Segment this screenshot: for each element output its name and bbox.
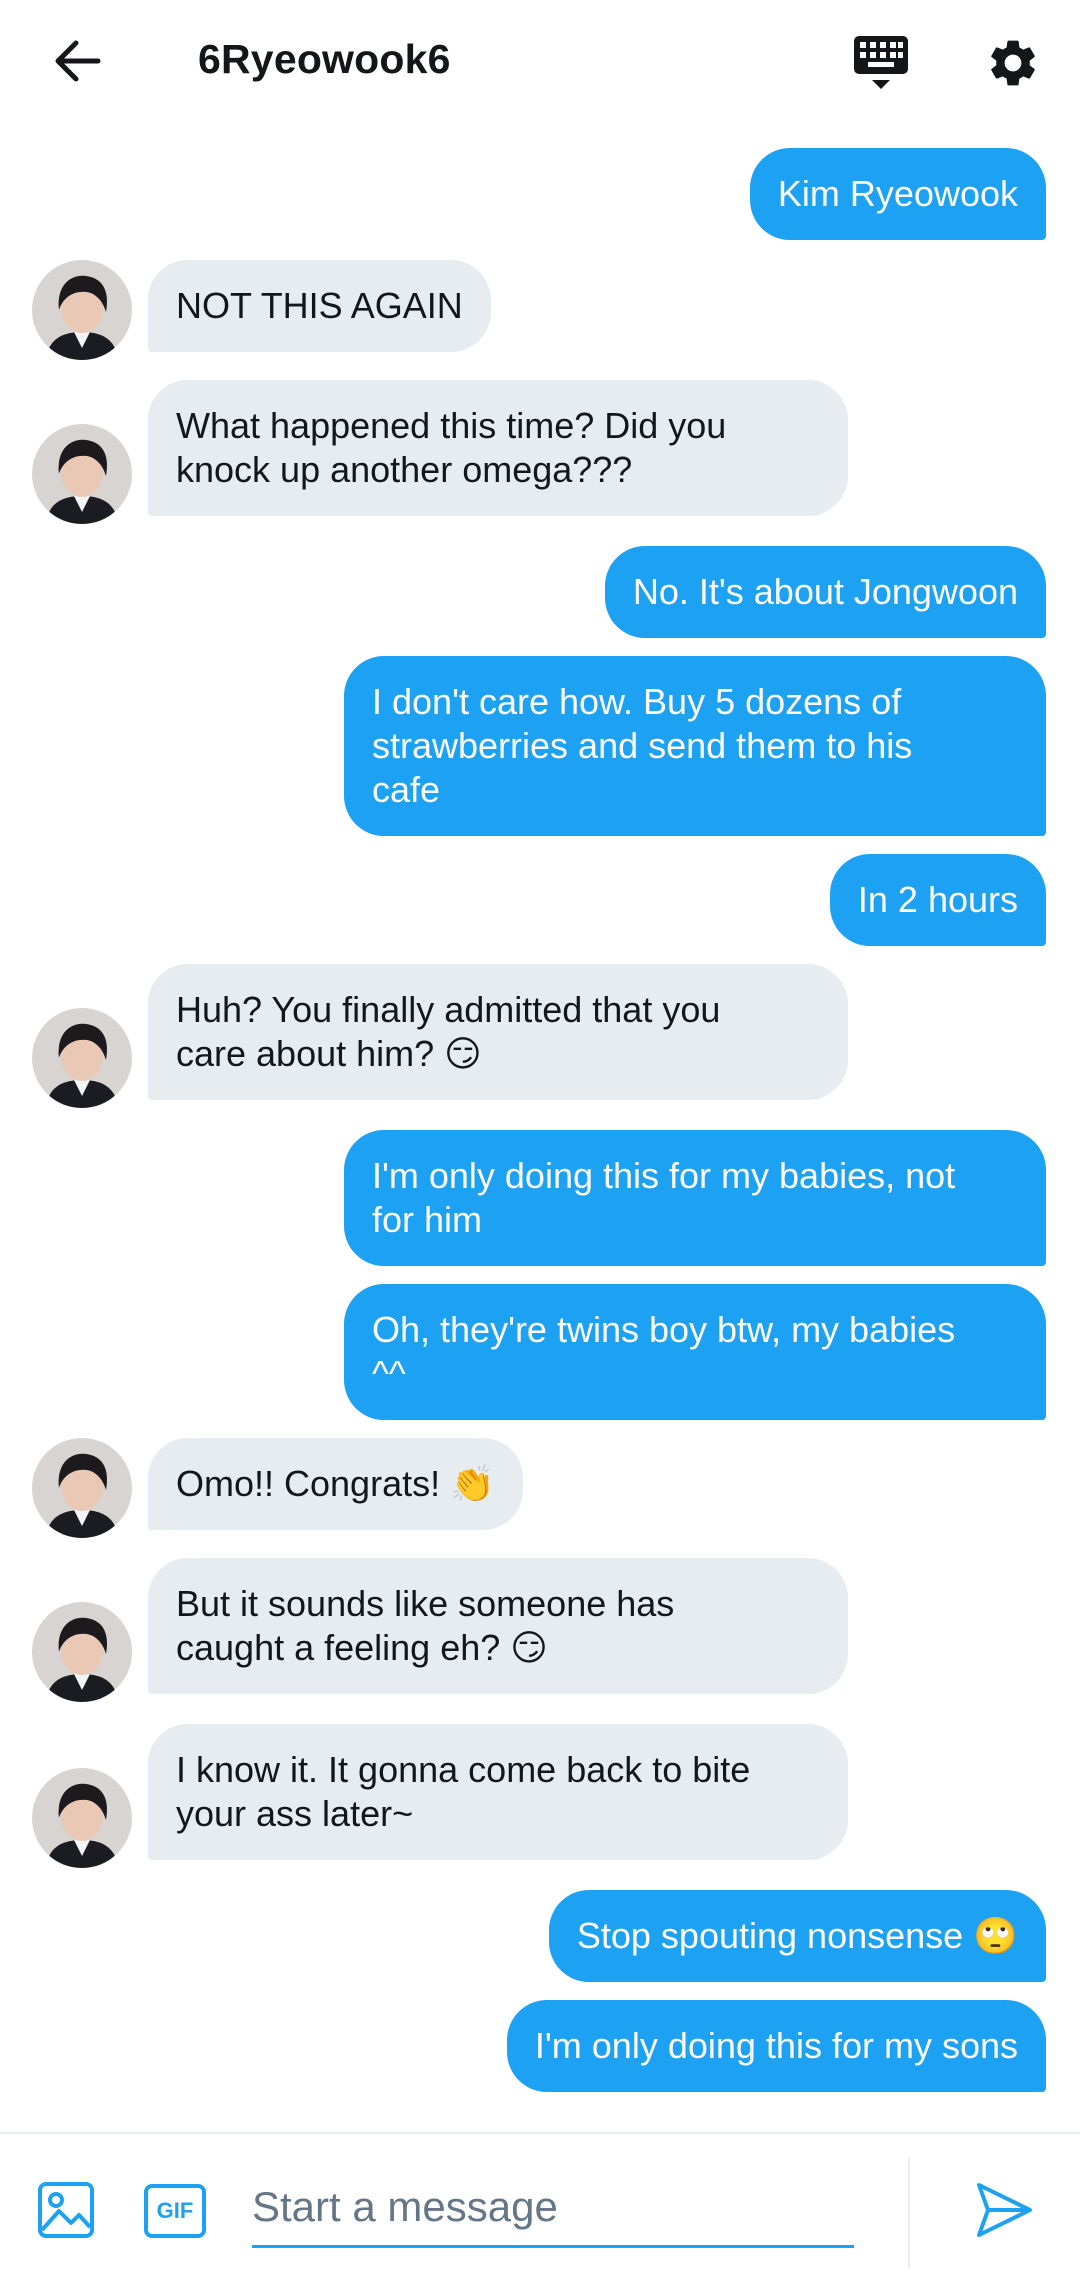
message-bubble-received[interactable]: What happened this time? Did you knock u… [148, 380, 848, 516]
avatar[interactable] [32, 1008, 132, 1108]
add-media-button[interactable] [34, 2178, 98, 2242]
back-button[interactable] [44, 28, 110, 94]
message-input[interactable] [252, 2168, 854, 2248]
message-bubble-sent[interactable]: Stop spouting nonsense 🙄 [548, 1890, 1046, 1982]
message-bubble-sent[interactable]: Oh, they're twins boy btw, my babies ^^ [344, 1284, 1046, 1420]
page-title: 6Ryeowook6 [198, 36, 451, 82]
composer-separator [908, 2158, 910, 2268]
avatar-photo [32, 1438, 132, 1538]
message-bubble-sent[interactable]: I don't care how. Buy 5 dozens of strawb… [344, 656, 1046, 836]
avatar[interactable] [32, 260, 132, 360]
conversation-header: 6Ryeowook6 [0, 0, 1080, 122]
image-icon [38, 2182, 94, 2238]
message-bubble-sent[interactable]: I'm only doing this for my sons [506, 2000, 1046, 2092]
avatar[interactable] [32, 1438, 132, 1538]
avatar[interactable] [32, 1602, 132, 1702]
send-icon [977, 2183, 1032, 2237]
gif-button[interactable]: GIF [144, 2184, 206, 2238]
avatar-photo [32, 260, 132, 360]
message-bubble-sent[interactable]: Kim Ryeowook [749, 148, 1046, 240]
message-list: Kim Ryeowook NOT THIS AGAIN What happene… [0, 122, 1080, 2132]
avatar-photo [32, 1768, 132, 1868]
settings-button[interactable] [978, 28, 1048, 98]
avatar-photo [32, 424, 132, 524]
message-composer: GIF [0, 2134, 1080, 2294]
message-bubble-sent[interactable]: I'm only doing this for my babies, not f… [344, 1130, 1046, 1266]
dm-conversation-screen: 6Ryeowook6 Kim Ryeowook NOT THIS AGAIN W… [0, 0, 1080, 2294]
keyboard-button[interactable] [846, 28, 916, 98]
avatar[interactable] [32, 1768, 132, 1868]
message-bubble-received[interactable]: Huh? You finally admitted that you care … [148, 964, 848, 1100]
message-bubble-received[interactable]: NOT THIS AGAIN [148, 260, 491, 352]
avatar[interactable] [32, 424, 132, 524]
message-bubble-received[interactable]: But it sounds like someone has caught a … [148, 1558, 848, 1694]
send-button[interactable] [968, 2174, 1040, 2246]
message-bubble-sent[interactable]: No. It's about Jongwoon [604, 546, 1046, 638]
message-bubble-received[interactable]: I know it. It gonna come back to bite yo… [148, 1724, 848, 1860]
avatar-photo [32, 1008, 132, 1108]
arrow-left-icon [55, 40, 101, 82]
gear-icon [991, 40, 1035, 86]
message-bubble-sent[interactable]: In 2 hours [829, 854, 1046, 946]
keyboard-icon [854, 36, 908, 89]
message-bubble-received[interactable]: Omo!! Congrats! 👏 [148, 1438, 523, 1530]
avatar-photo [32, 1602, 132, 1702]
